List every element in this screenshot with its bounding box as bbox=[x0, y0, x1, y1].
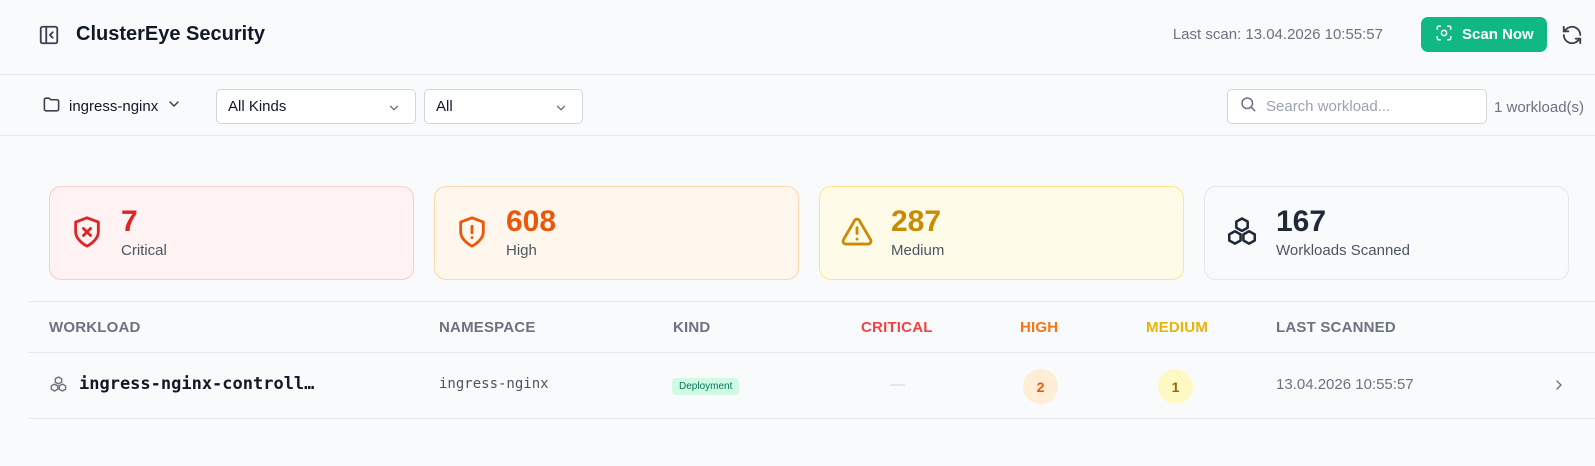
app-header: ClusterEye Security Last scan: 13.04.202… bbox=[0, 0, 1595, 75]
workload-icon bbox=[49, 375, 68, 399]
shield-alert-icon bbox=[455, 215, 489, 254]
col-kind[interactable]: KIND bbox=[673, 319, 710, 336]
refresh-icon[interactable] bbox=[1561, 24, 1583, 46]
scan-now-button[interactable]: Scan Now bbox=[1421, 17, 1547, 52]
high-count: 608 bbox=[506, 205, 557, 238]
col-high[interactable]: HIGH bbox=[1020, 319, 1058, 336]
col-medium[interactable]: MEDIUM bbox=[1146, 319, 1208, 336]
boxes-icon bbox=[1225, 215, 1259, 254]
scan-now-label: Scan Now bbox=[1462, 26, 1534, 43]
shield-x-icon bbox=[70, 215, 104, 254]
workloads-summary-card: 167 Workloads Scanned bbox=[1204, 186, 1569, 280]
chevron-down-icon bbox=[554, 101, 568, 119]
namespace-label: ingress-nginx bbox=[69, 97, 159, 115]
app-title: ClusterEye Security bbox=[76, 23, 265, 45]
table-header: WORKLOAD NAMESPACE KIND CRITICAL HIGH ME… bbox=[29, 301, 1595, 353]
scan-icon bbox=[1435, 24, 1453, 46]
chevron-down-icon bbox=[166, 96, 182, 116]
kind-filter-value: All Kinds bbox=[228, 98, 287, 115]
workload-count: 1 workload(s) bbox=[1494, 99, 1585, 116]
chevron-right-icon[interactable] bbox=[1551, 377, 1567, 398]
table-row[interactable]: ingress-nginx-controll… ingress-nginx De… bbox=[29, 353, 1595, 419]
last-scan-text: Last scan: 13.04.2026 10:55:57 bbox=[1172, 26, 1383, 43]
kind-badge: Deployment bbox=[672, 378, 740, 395]
critical-count: 7 bbox=[121, 205, 138, 238]
high-count-badge: 2 bbox=[1023, 369, 1058, 404]
search-input[interactable] bbox=[1266, 98, 1466, 115]
workloads-count: 167 bbox=[1276, 205, 1327, 238]
medium-count: 287 bbox=[891, 205, 942, 238]
workload-namespace: ingress-nginx bbox=[439, 376, 549, 392]
medium-summary-card: 287 Medium bbox=[819, 186, 1184, 280]
col-last-scanned[interactable]: LAST SCANNED bbox=[1276, 319, 1396, 336]
col-workload[interactable]: WORKLOAD bbox=[49, 319, 141, 336]
critical-label: Critical bbox=[121, 242, 167, 259]
namespace-selector[interactable]: ingress-nginx bbox=[42, 94, 182, 118]
search-field[interactable] bbox=[1227, 89, 1487, 124]
kind-filter-select[interactable]: All Kinds bbox=[216, 89, 416, 124]
workload-table: WORKLOAD NAMESPACE KIND CRITICAL HIGH ME… bbox=[29, 301, 1595, 419]
severity-filter-value: All bbox=[436, 98, 453, 115]
filter-bar: ingress-nginx All Kinds All 1 workload(s… bbox=[0, 75, 1595, 136]
chevron-down-icon bbox=[387, 101, 401, 119]
critical-value: — bbox=[890, 376, 905, 393]
warning-triangle-icon bbox=[840, 215, 874, 254]
col-namespace[interactable]: NAMESPACE bbox=[439, 319, 536, 336]
high-summary-card: 608 High bbox=[434, 186, 799, 280]
severity-filter-select[interactable]: All bbox=[424, 89, 583, 124]
critical-summary-card: 7 Critical bbox=[49, 186, 414, 280]
workload-name[interactable]: ingress-nginx-controll… bbox=[79, 374, 314, 394]
medium-label: Medium bbox=[891, 242, 945, 259]
folder-icon bbox=[42, 95, 61, 118]
last-scanned-value: 13.04.2026 10:55:57 bbox=[1276, 376, 1414, 393]
search-icon bbox=[1239, 95, 1257, 118]
col-critical[interactable]: CRITICAL bbox=[861, 319, 933, 336]
sidebar-collapse-icon[interactable] bbox=[38, 24, 60, 46]
medium-count-badge: 1 bbox=[1158, 369, 1193, 404]
workloads-label: Workloads Scanned bbox=[1276, 242, 1410, 259]
high-label: High bbox=[506, 242, 537, 259]
